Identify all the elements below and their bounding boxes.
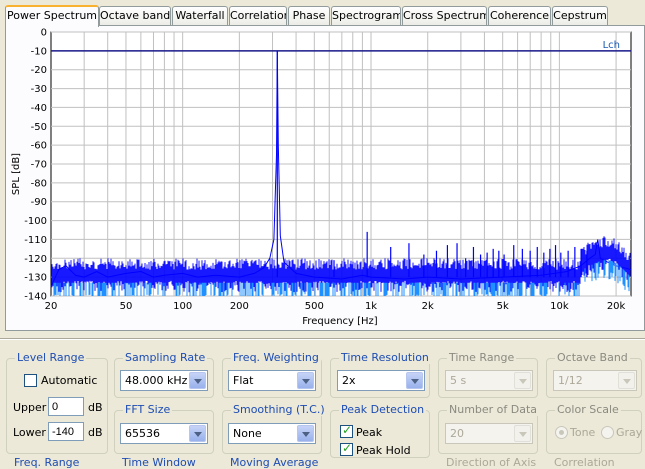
tab-coherence[interactable]: Coherence: [488, 6, 551, 26]
smoothing-value: None: [233, 427, 262, 440]
octave-band-value: 1/12: [558, 374, 583, 387]
y-tick-label: -30: [31, 84, 47, 95]
y-tick-label: -120: [24, 254, 47, 265]
time-range-select[interactable]: 5 s: [445, 370, 533, 391]
upper-label: Upper: [13, 401, 47, 414]
time-resolution-title: Time Resolution: [339, 351, 431, 364]
x-tick-label: 5k: [497, 301, 509, 312]
separator: [0, 338, 645, 340]
chevron-down-icon[interactable]: [189, 425, 206, 442]
chevron-down-icon[interactable]: [406, 372, 423, 389]
peak-hold-checkbox[interactable]: [340, 441, 353, 456]
upper-unit: dB: [88, 401, 103, 414]
fft-size-value: 65536: [125, 427, 160, 440]
power-spectrum-chart: 0 -10 -20 -30 -40 -50 -60 -70 -80 -90 -100 -110 -120…: [11, 28, 632, 327]
x-tick-label: 50: [120, 301, 133, 312]
freq-range-title: Freq. Range: [14, 456, 80, 469]
y-tick-label: -10: [31, 46, 47, 57]
time-range-title: Time Range: [447, 351, 517, 364]
y-tick-label: -130: [24, 273, 47, 284]
x-tick-label: 100: [173, 301, 192, 312]
sampling-rate-value: 48.000 kHz: [125, 374, 188, 387]
y-tick-label: -100: [24, 216, 47, 227]
octave-band-title: Octave Band: [555, 351, 630, 364]
time-window-title: Time Window: [122, 456, 196, 469]
lower-input[interactable]: [48, 422, 84, 441]
x-tick-label: 20k: [607, 301, 626, 312]
plot-panel: 0 -10 -20 -30 -40 -50 -60 -70 -80 -90 -100 -110 -120…: [5, 25, 645, 331]
gray-label: Gray: [616, 426, 643, 439]
x-tick-label: 20: [45, 301, 58, 312]
level-range-title: Level Range: [15, 351, 87, 364]
sampling-rate-title: Sampling Rate: [123, 351, 208, 364]
time-resolution-select[interactable]: 2x: [337, 370, 425, 391]
y-tick-label: -90: [31, 197, 47, 208]
freq-weighting-title: Freq. Weighting: [231, 351, 321, 364]
chevron-down-icon[interactable]: [618, 372, 635, 389]
upper-input[interactable]: [48, 397, 84, 416]
peak-detection-title: Peak Detection: [339, 403, 427, 416]
automatic-checkbox[interactable]: [24, 374, 37, 387]
y-tick-label: -20: [31, 65, 47, 76]
tab-power-spectrum[interactable]: Power Spectrum: [5, 5, 99, 27]
y-tick-label: -60: [31, 141, 47, 152]
automatic-label: Automatic: [41, 374, 98, 387]
correlation-title: Correlation: [554, 456, 615, 469]
number-of-data-value: 20: [450, 427, 464, 440]
color-scale-title: Color Scale: [555, 403, 621, 416]
smoothing-select[interactable]: None: [228, 423, 316, 444]
lower-label: Lower: [13, 426, 46, 439]
number-of-data-select[interactable]: 20: [445, 423, 533, 444]
x-tick-label: 200: [230, 301, 249, 312]
peak-checkbox[interactable]: [340, 423, 353, 438]
peak-hold-label: Peak Hold: [356, 444, 411, 457]
octave-band-select[interactable]: 1/12: [553, 370, 637, 391]
fft-size-title: FFT Size: [123, 403, 173, 416]
chevron-down-icon[interactable]: [297, 425, 314, 442]
chevron-down-icon[interactable]: [514, 425, 531, 442]
smoothing-title: Smoothing (T.C.): [231, 403, 327, 416]
y-tick-label: -110: [24, 235, 47, 246]
gray-radio[interactable]: [601, 426, 614, 439]
y-tick-label: -80: [31, 178, 47, 189]
tab-phase[interactable]: Phase: [288, 6, 330, 26]
y-tick-label: -50: [31, 122, 47, 133]
tone-label: Tone: [570, 426, 596, 439]
tab-cross-spectrum[interactable]: Cross Spectrum: [402, 6, 487, 26]
chevron-down-icon[interactable]: [514, 372, 531, 389]
sampling-rate-select[interactable]: 48.000 kHz: [120, 370, 208, 391]
x-tick-label: 2k: [422, 301, 434, 312]
y-tick-label: -140: [24, 292, 47, 303]
peak-label: Peak: [356, 426, 383, 439]
lower-unit: dB: [88, 426, 103, 439]
y-tick-label: 0: [41, 28, 47, 39]
x-tick-label: 1k: [365, 301, 377, 312]
tab-waterfall[interactable]: Waterfall: [172, 6, 228, 26]
freq-weighting-value: Flat: [233, 374, 254, 387]
y-axis-label: SPL [dB]: [11, 153, 22, 195]
x-axis-label: Frequency [Hz]: [302, 316, 378, 327]
tab-correlation[interactable]: Correlation: [229, 6, 287, 26]
freq-weighting-select[interactable]: Flat: [228, 370, 316, 391]
fft-size-select[interactable]: 65536: [120, 423, 208, 444]
y-tick-label: -40: [31, 103, 47, 114]
series-legend-lch: Lch: [603, 40, 620, 51]
time-range-value: 5 s: [450, 374, 467, 387]
direction-of-axis-title: Direction of Axis: [446, 456, 537, 469]
x-tick-label: 500: [305, 301, 324, 312]
tab-octave-band[interactable]: Octave band: [99, 6, 171, 26]
y-tick-label: -70: [31, 160, 47, 171]
chevron-down-icon[interactable]: [189, 372, 206, 389]
tab-spectrogram[interactable]: Spectrogram: [331, 6, 401, 26]
tab-bar: Power Spectrum Octave band Waterfall Cor…: [5, 5, 645, 27]
tab-cepstrum[interactable]: Cepstrum: [552, 6, 608, 26]
number-of-data-title: Number of Data: [447, 403, 540, 416]
time-resolution-value: 2x: [342, 374, 356, 387]
chevron-down-icon[interactable]: [297, 372, 314, 389]
x-tick-label: 10k: [550, 301, 569, 312]
moving-average-title: Moving Average: [230, 456, 319, 469]
tone-radio[interactable]: [555, 426, 568, 439]
